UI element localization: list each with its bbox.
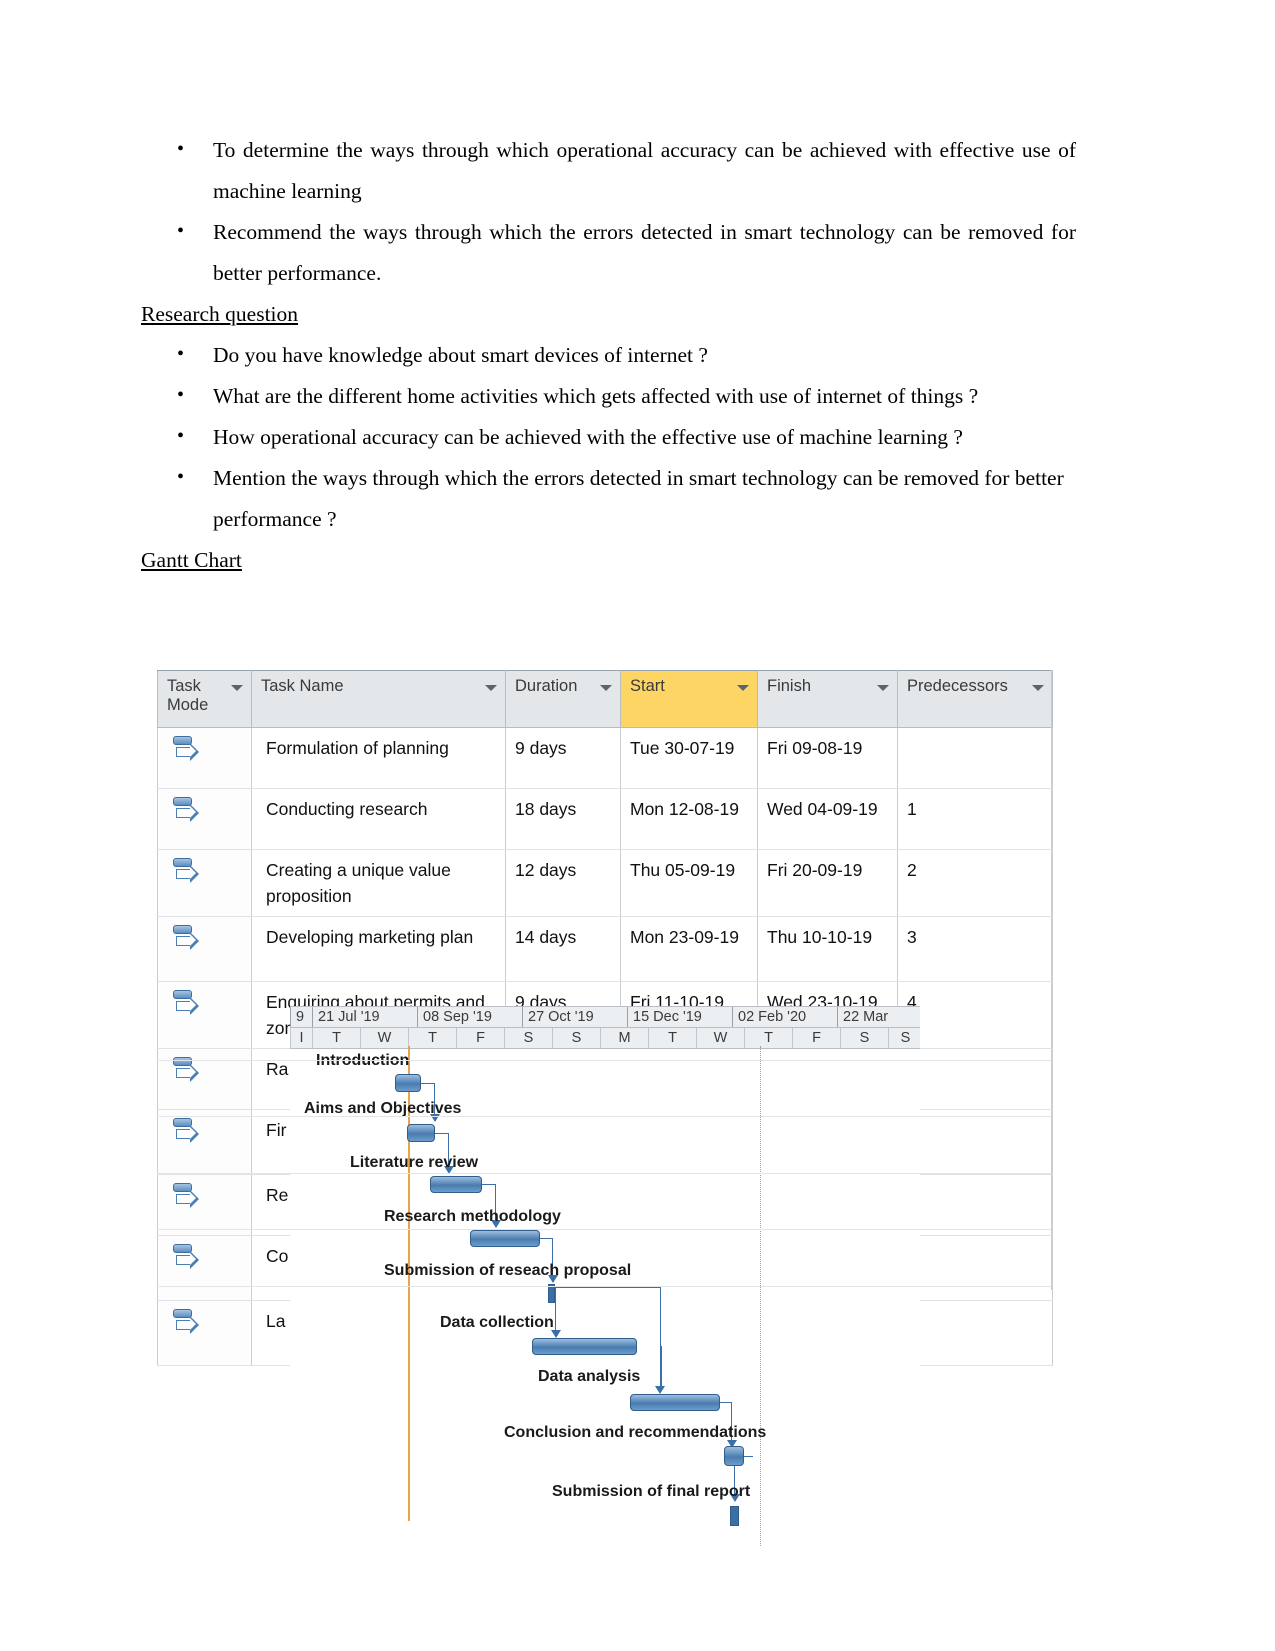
task-mode-cell[interactable]	[157, 849, 252, 917]
finish-cell[interactable]: Fri 20-09-19	[757, 849, 898, 917]
task-name-cell[interactable]: Creating a unique value proposition	[251, 849, 506, 917]
timescale-minor-tick: S	[840, 1028, 888, 1048]
gantt-task-label: Conclusion and recommendations	[504, 1424, 767, 1441]
predecessors-cell[interactable]	[897, 727, 1053, 789]
auto-schedule-icon	[172, 735, 199, 765]
task-mode-cell[interactable]	[157, 916, 252, 982]
gantt-milestone[interactable]	[730, 1506, 739, 1526]
timescale-minor-tick: S	[552, 1028, 600, 1048]
timescale-minor-tick: T	[408, 1028, 456, 1048]
predecessors-cell[interactable]: 3	[897, 916, 1053, 982]
timescale-major-tick: 22 Mar	[837, 1007, 920, 1027]
link-stub	[744, 1456, 753, 1457]
list-item: To determine the ways through which oper…	[177, 129, 1076, 212]
start-cell[interactable]: Mon 23-09-19	[620, 916, 758, 982]
table-background-gridlines	[157, 1060, 1052, 1400]
auto-schedule-icon	[172, 857, 199, 887]
objectives-list: To determine the ways through which oper…	[141, 129, 1076, 294]
finish-cell[interactable]: Thu 10-10-19	[757, 916, 898, 982]
column-header-finish[interactable]: Finish	[757, 670, 898, 728]
column-header-start[interactable]: Start	[620, 670, 758, 728]
predecessors-cell[interactable]: 1	[897, 788, 1053, 850]
document-page: To determine the ways through which oper…	[0, 0, 1275, 1651]
timescale-major-tick: 02 Feb '20	[732, 1007, 837, 1027]
duration-cell[interactable]: 9 days	[505, 727, 621, 789]
gantt-bar[interactable]	[724, 1446, 744, 1466]
table-right-edge	[1051, 670, 1052, 1290]
timescale-minor-tick: F	[792, 1028, 840, 1048]
timescale-minor-tick: T	[648, 1028, 696, 1048]
column-header-label: Task Mode	[167, 677, 209, 714]
gantt-chart-heading: Gantt Chart	[141, 548, 242, 572]
predecessors-cell[interactable]: 4	[897, 981, 1053, 1049]
start-cell[interactable]: Tue 30-07-19	[620, 727, 758, 789]
start-cell[interactable]: Thu 05-09-19	[620, 849, 758, 917]
column-header-label: Predecessors	[907, 677, 1008, 695]
finish-cell[interactable]: Fri 09-08-19	[757, 727, 898, 789]
timescale-minor-tick: F	[456, 1028, 504, 1048]
timescale-minor-tick: T	[312, 1028, 360, 1048]
list-item: Do you have knowledge about smart device…	[177, 334, 1076, 376]
chevron-down-icon[interactable]	[737, 685, 749, 691]
duration-cell[interactable]: 18 days	[505, 788, 621, 850]
timescale-minor-tick: M	[600, 1028, 648, 1048]
chevron-down-icon[interactable]	[600, 685, 612, 691]
timescale-major-tick: 21 Jul '19	[312, 1007, 417, 1027]
column-header-predecessors[interactable]: Predecessors	[897, 670, 1053, 728]
chevron-down-icon[interactable]	[1032, 685, 1044, 691]
task-name-cell[interactable]: Conducting research	[251, 788, 506, 850]
auto-schedule-icon	[172, 796, 199, 826]
duration-cell[interactable]: 14 days	[505, 916, 621, 982]
timescale-major-tick: 9	[290, 1007, 312, 1027]
column-header-label: Start	[630, 677, 665, 695]
task-name-cell[interactable]: Formulation of planning	[251, 727, 506, 789]
chevron-down-icon[interactable]	[485, 685, 497, 691]
research-questions-list: Do you have knowledge about smart device…	[141, 334, 1076, 540]
auto-schedule-icon	[172, 924, 199, 954]
predecessors-cell[interactable]: 2	[897, 849, 1053, 917]
column-header-label: Finish	[767, 677, 812, 695]
list-item: Mention the ways through which the error…	[177, 457, 1076, 540]
research-question-heading: Research question	[141, 302, 299, 326]
timescale-major-tick: 27 Oct '19	[522, 1007, 627, 1027]
timescale-minor-tick: S	[504, 1028, 552, 1048]
gantt-major-timescale: 9 21 Jul '19 08 Sep '19 27 Oct '19 15 De…	[290, 1006, 920, 1028]
list-item: What are the different home activities w…	[177, 375, 1076, 417]
table-row[interactable]: Developing marketing plan 14 days Mon 23…	[157, 916, 1053, 982]
timescale-minor-tick: I	[290, 1028, 312, 1048]
table-row[interactable]: Creating a unique value proposition 12 d…	[157, 849, 1053, 917]
gantt-task-label: Submission of final report	[552, 1483, 751, 1500]
chevron-down-icon[interactable]	[877, 685, 889, 691]
task-mode-cell[interactable]	[157, 788, 252, 850]
gantt-timescale-header: 9 21 Jul '19 08 Sep '19 27 Oct '19 15 De…	[290, 1006, 920, 1049]
column-header-label: Task Name	[261, 677, 344, 695]
task-mode-cell[interactable]	[157, 981, 252, 1049]
timescale-minor-tick: W	[360, 1028, 408, 1048]
list-item: How operational accuracy can be achieved…	[177, 416, 1076, 458]
table-row[interactable]: Conducting research 18 days Mon 12-08-19…	[157, 788, 1053, 850]
column-header-task-name[interactable]: Task Name	[251, 670, 506, 728]
start-cell[interactable]: Mon 12-08-19	[620, 788, 758, 850]
timescale-minor-tick: W	[696, 1028, 744, 1048]
task-mode-cell[interactable]	[157, 727, 252, 789]
duration-cell[interactable]: 12 days	[505, 849, 621, 917]
timescale-major-tick: 15 Dec '19	[627, 1007, 732, 1027]
timescale-minor-tick: T	[744, 1028, 792, 1048]
column-header-label: Duration	[515, 677, 578, 695]
document-body: To determine the ways through which oper…	[141, 129, 1076, 581]
timescale-major-tick: 08 Sep '19	[417, 1007, 522, 1027]
chevron-down-icon[interactable]	[231, 685, 243, 691]
table-header-row: Task Mode Task Name Duration Start Finis…	[157, 670, 1053, 728]
timescale-minor-tick: S	[888, 1028, 920, 1048]
auto-schedule-icon	[172, 989, 199, 1019]
task-name-cell[interactable]: Developing marketing plan	[251, 916, 506, 982]
list-item: Recommend the ways through which the err…	[177, 211, 1076, 294]
column-header-task-mode[interactable]: Task Mode	[157, 670, 252, 728]
column-header-duration[interactable]: Duration	[505, 670, 621, 728]
table-row[interactable]: Formulation of planning 9 days Tue 30-07…	[157, 727, 1053, 789]
finish-cell[interactable]: Wed 04-09-19	[757, 788, 898, 850]
